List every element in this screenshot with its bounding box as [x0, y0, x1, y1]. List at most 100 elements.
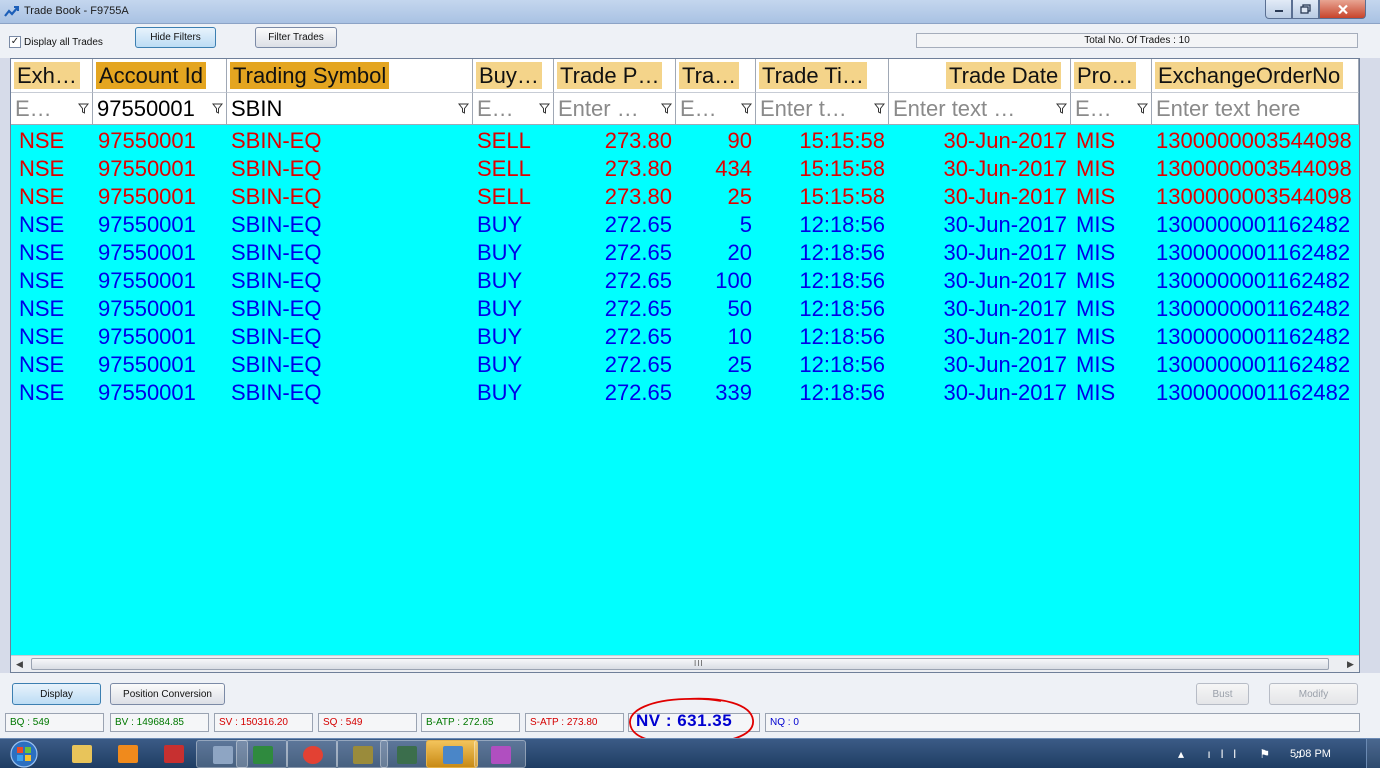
trade-grid: Exh… Account Id Trading Symbol Buy… Trade P……: [10, 58, 1360, 673]
column-header-label: ExchangeOrderNo: [1155, 62, 1344, 89]
table-row[interactable]: NSE 97550001 SBIN-EQ BUY 272.65 100 12:18:56 30…: [11, 267, 1359, 295]
column-filter-input[interactable]: E…: [11, 93, 93, 124]
maximize-button[interactable]: [1292, 0, 1319, 19]
table-row[interactable]: NSE 97550001 SBIN-EQ BUY 272.65 20 12:18:56 30-…: [11, 239, 1359, 267]
table-cell: 12:18:56: [799, 324, 885, 349]
column-header[interactable]: Trade P…: [554, 59, 676, 93]
toolbar: ✓ Display all Trades Hide Filters Filter…: [0, 24, 1380, 58]
table-row[interactable]: NSE 97550001 SBIN-EQ SELL 273.80 25 15:15:58 30…: [11, 183, 1359, 211]
table-cell: 1300000003544098: [1156, 156, 1352, 181]
column-header-label: Trading Symbol: [230, 62, 390, 89]
taskbar-trading-app[interactable]: [380, 740, 432, 768]
table-row[interactable]: NSE 97550001 SBIN-EQ BUY 272.65 339 12:18:56 30…: [11, 379, 1359, 407]
filter-funnel-icon[interactable]: [661, 103, 672, 114]
hide-filters-button[interactable]: Hide Filters: [135, 27, 216, 48]
column-header[interactable]: Trade Date: [889, 59, 1071, 93]
column-header[interactable]: Buy…: [473, 59, 554, 93]
table-cell: 30-Jun-2017: [943, 184, 1067, 209]
column-header[interactable]: ExchangeOrderNo: [1152, 59, 1359, 93]
modify-button[interactable]: Modify: [1269, 683, 1358, 705]
buy-average-price: B-ATP : 272.65: [421, 713, 520, 732]
scroll-left-icon[interactable]: ◀: [16, 659, 23, 670]
column-header[interactable]: Account Id: [93, 59, 227, 93]
filter-funnel-icon[interactable]: [212, 103, 223, 114]
table-cell: 97550001: [98, 128, 196, 153]
column-header[interactable]: Tra…: [676, 59, 756, 93]
table-row[interactable]: NSE 97550001 SBIN-EQ BUY 272.65 5 12:18:56 30-J…: [11, 211, 1359, 239]
display-all-trades-checkbox[interactable]: ✓: [9, 36, 21, 48]
column-filter-input[interactable]: E…: [1071, 93, 1152, 124]
close-button[interactable]: [1319, 0, 1366, 19]
start-orb-icon[interactable]: [2, 739, 46, 768]
column-filter-input[interactable]: SBIN: [227, 93, 473, 124]
table-cell: SBIN-EQ: [231, 184, 322, 209]
total-trades-count: Total No. Of Trades : 10: [916, 33, 1358, 48]
column-filter-input[interactable]: 97550001: [93, 93, 227, 124]
filter-funnel-icon[interactable]: [78, 103, 89, 114]
table-row[interactable]: NSE 97550001 SBIN-EQ BUY 272.65 10 12:18:56 30-…: [11, 323, 1359, 351]
column-header-label: Exh…: [14, 62, 80, 89]
taskbar-clock[interactable]: 5:08 PM: [1290, 748, 1331, 760]
show-desktop-button[interactable]: [1366, 739, 1380, 768]
taskbar-explorer[interactable]: [56, 740, 108, 768]
table-cell: 10: [727, 324, 752, 349]
taskbar-excel[interactable]: [236, 740, 288, 768]
table-row[interactable]: NSE 97550001 SBIN-EQ SELL 273.80 90 15:15:58 30…: [11, 127, 1359, 155]
table-cell: SELL: [477, 184, 531, 209]
filter-trades-button[interactable]: Filter Trades: [255, 27, 337, 48]
position-conversion-button[interactable]: Position Conversion: [110, 683, 225, 705]
table-cell: 97550001: [98, 240, 196, 265]
table-cell: NSE: [19, 156, 65, 181]
scroll-right-icon[interactable]: ▶: [1347, 659, 1354, 670]
column-header[interactable]: Trade Ti…: [756, 59, 889, 93]
table-cell: MIS: [1076, 156, 1116, 181]
taskbar-chrome[interactable]: [286, 740, 338, 768]
table-row[interactable]: NSE 97550001 SBIN-EQ BUY 272.65 25 12:18:56 30-…: [11, 351, 1359, 379]
buy-quantity: BQ : 549: [5, 713, 104, 732]
column-header-label: Tra…: [679, 62, 740, 89]
filter-funnel-icon[interactable]: [458, 103, 469, 114]
folder-icon: [72, 745, 92, 763]
horizontal-scrollbar[interactable]: ◀ III ▶: [11, 655, 1359, 672]
filter-funnel-icon[interactable]: [741, 103, 752, 114]
scrollbar-grip: III: [694, 659, 704, 668]
column-header-label: Trade P…: [557, 62, 663, 89]
scrollbar-thumb[interactable]: III: [31, 658, 1329, 670]
column-filter-input[interactable]: Enter text here: [1152, 93, 1359, 124]
table-cell: BUY: [477, 380, 523, 405]
taskbar-trade-book[interactable]: [426, 740, 478, 768]
app-icon: [353, 746, 373, 764]
taskbar-tool[interactable]: [148, 740, 200, 768]
table-cell: MIS: [1076, 184, 1116, 209]
column-filter-input[interactable]: E…: [473, 93, 554, 124]
minimize-button[interactable]: [1265, 0, 1292, 19]
table-cell: NSE: [19, 268, 65, 293]
filter-funnel-icon[interactable]: [874, 103, 885, 114]
column-header[interactable]: Trading Symbol: [227, 59, 473, 93]
column-header[interactable]: Pro…: [1071, 59, 1152, 93]
table-cell: 1300000001162482: [1156, 268, 1351, 293]
filter-placeholder: E…: [1075, 96, 1112, 121]
close-icon: [1337, 4, 1348, 14]
column-filter-input[interactable]: Enter text …: [889, 93, 1071, 124]
table-cell: 272.65: [604, 268, 672, 293]
filter-funnel-icon[interactable]: [1056, 103, 1067, 114]
column-filter-input[interactable]: Enter …: [554, 93, 676, 124]
filter-placeholder: E…: [680, 96, 717, 121]
table-row[interactable]: NSE 97550001 SBIN-EQ BUY 272.65 50 12:18:56 30-…: [11, 295, 1359, 323]
tool-icon: [164, 745, 184, 763]
table-row[interactable]: NSE 97550001 SBIN-EQ SELL 273.80 434 15:15:58 3…: [11, 155, 1359, 183]
sell-quantity: SQ : 549: [318, 713, 417, 732]
table-cell: 20: [727, 240, 752, 265]
taskbar-other-app[interactable]: [474, 740, 526, 768]
display-button[interactable]: Display: [12, 683, 101, 705]
taskbar-media-player[interactable]: [102, 740, 154, 768]
table-cell: SBIN-EQ: [231, 352, 322, 377]
filter-funnel-icon[interactable]: [1137, 103, 1148, 114]
column-filter-input[interactable]: E…: [676, 93, 756, 124]
column-header[interactable]: Exh…: [11, 59, 93, 93]
column-filter-input[interactable]: Enter t…: [756, 93, 889, 124]
table-cell: BUY: [477, 268, 523, 293]
filter-funnel-icon[interactable]: [539, 103, 550, 114]
bust-button[interactable]: Bust: [1196, 683, 1249, 705]
